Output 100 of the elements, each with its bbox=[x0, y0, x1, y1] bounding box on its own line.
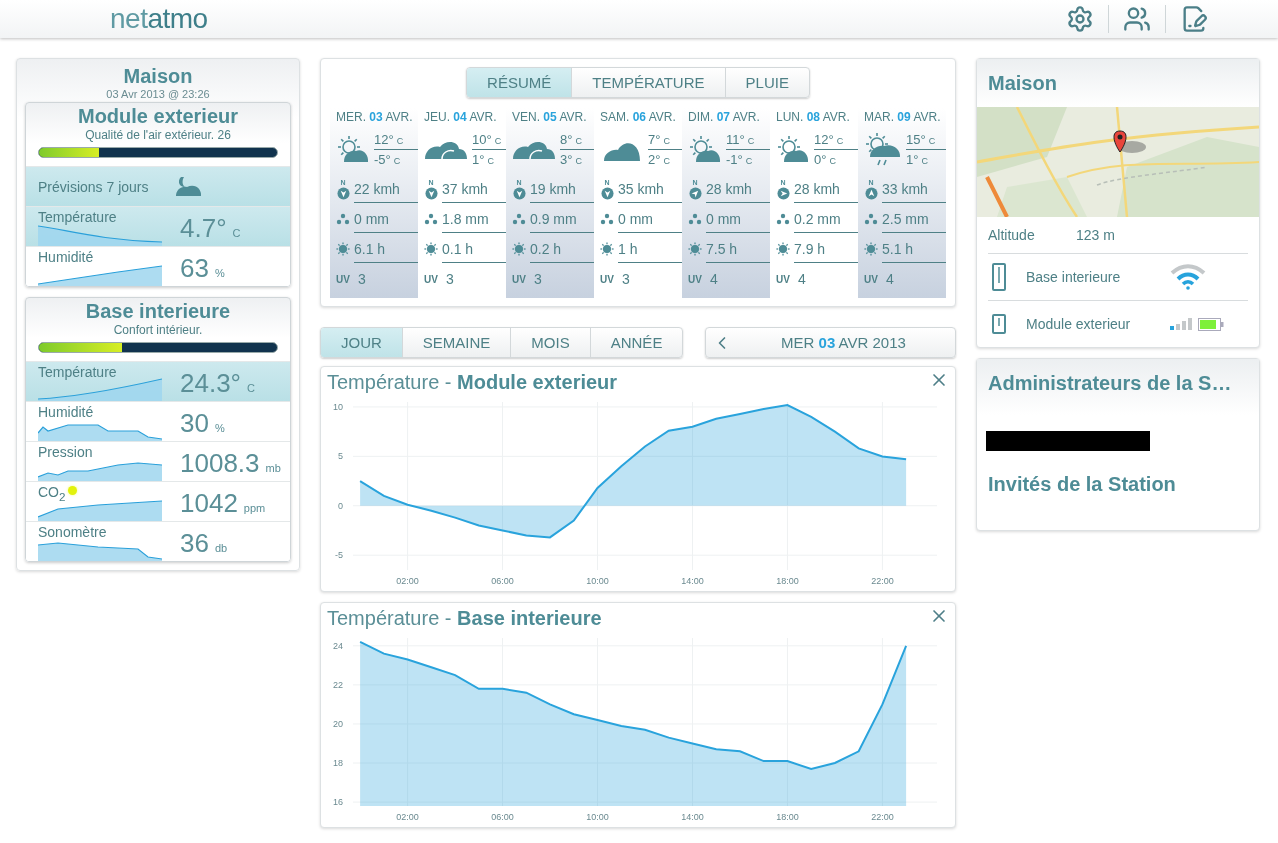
day-label: DIM. 07 AVR. bbox=[688, 109, 761, 124]
wind-direction-icon bbox=[864, 186, 878, 200]
row-label: Humidité bbox=[38, 249, 94, 265]
min-temperature: 3° C bbox=[560, 148, 594, 169]
row-label: CO$_{2}$ bbox=[38, 484, 66, 503]
sun-cloud-icon bbox=[776, 134, 810, 164]
axis-label: 22:00 bbox=[871, 576, 894, 586]
uv-index: 3 bbox=[358, 270, 367, 289]
uv-index: 3 bbox=[446, 270, 455, 289]
uv-index: 4 bbox=[886, 270, 895, 289]
uv-index: 4 bbox=[798, 270, 807, 289]
sun-icon bbox=[688, 242, 702, 256]
settings-icon[interactable] bbox=[1066, 5, 1094, 33]
uv-index: 4 bbox=[710, 270, 719, 289]
uv-label: UV bbox=[864, 273, 879, 285]
max-temperature: 8° C bbox=[560, 130, 583, 149]
measure-value: 30 bbox=[180, 408, 209, 439]
max-temperature: 12° C bbox=[374, 130, 405, 149]
chart-title: Température - Module exterieur bbox=[327, 371, 618, 393]
raindrops-icon bbox=[776, 213, 790, 225]
uv-index: 3 bbox=[534, 270, 543, 289]
measure-unit: db bbox=[214, 542, 228, 554]
axis-label: 18:00 bbox=[776, 576, 799, 586]
measure-unit: % bbox=[214, 422, 225, 434]
sun-cloud-icon bbox=[336, 134, 370, 164]
tab[interactable]: TEMPÉRATURE bbox=[571, 68, 725, 97]
sun-icon bbox=[336, 242, 350, 256]
wind-speed: 33 kmh bbox=[882, 175, 946, 203]
row-label: Prévisions 7 jours bbox=[37, 178, 149, 197]
guests-title: Invités de la Station bbox=[988, 473, 1176, 495]
logo: netatmo bbox=[110, 3, 208, 35]
axis-label: 5 bbox=[338, 451, 343, 462]
wind-direction-icon bbox=[512, 186, 526, 200]
wind-speed: 19 kmh bbox=[530, 175, 594, 203]
measure-row[interactable]: Pression 1008.3 mb bbox=[26, 441, 290, 481]
axis-label: 14:00 bbox=[681, 812, 704, 822]
max-temperature: 10° C bbox=[472, 130, 503, 149]
wind-speed: 22 kmh bbox=[354, 175, 418, 203]
sunshine: 0.2 h bbox=[530, 235, 594, 263]
row-label: Sonomètre bbox=[38, 524, 107, 540]
sun-icon bbox=[864, 242, 878, 256]
wind-direction-icon bbox=[600, 186, 614, 200]
measure-row[interactable]: Température 24.3° C bbox=[26, 361, 290, 401]
module-subtitle: Confort intérieur. bbox=[113, 323, 203, 337]
measure-row[interactable]: Température 4.7° C bbox=[26, 206, 290, 246]
min-temperature: -5° C bbox=[374, 148, 418, 169]
axis-label: 0 bbox=[338, 500, 343, 511]
tab[interactable]: JOUR bbox=[321, 328, 402, 357]
day-label: JEU. 04 AVR. bbox=[424, 109, 498, 124]
wind-speed: 28 kmh bbox=[706, 175, 770, 203]
tab[interactable]: MOIS bbox=[510, 328, 590, 357]
axis-label: 16 bbox=[333, 797, 343, 808]
station-title: Maison bbox=[123, 65, 193, 87]
rainfall: 0 mm bbox=[354, 205, 418, 233]
measure-unit: C bbox=[232, 227, 241, 239]
altitude-value: 123 m bbox=[1076, 227, 1115, 243]
uv-label: UV bbox=[424, 273, 439, 285]
measure-row[interactable]: Humidité 30 % bbox=[26, 401, 290, 441]
axis-label: 02:00 bbox=[396, 812, 419, 822]
forecast-row[interactable]: Prévisions 7 jours bbox=[26, 166, 290, 206]
battery-icon bbox=[1198, 317, 1224, 331]
wind-direction-icon bbox=[336, 186, 350, 200]
measure-value: 1042 bbox=[180, 488, 238, 519]
users-icon[interactable] bbox=[1123, 5, 1151, 33]
wind-direction-icon bbox=[688, 186, 702, 200]
axis-label: -5 bbox=[335, 550, 343, 561]
tab[interactable]: RÉSUMÉ bbox=[467, 68, 572, 97]
axis-label: 06:00 bbox=[491, 576, 514, 586]
rainfall: 2.5 mm bbox=[882, 205, 946, 233]
measure-row[interactable]: CO$_{2}$ 1042 ppm bbox=[26, 481, 290, 521]
date-selector[interactable]: MER 03 AVR 2013 bbox=[705, 327, 956, 358]
tab[interactable]: SEMAINE bbox=[401, 328, 511, 357]
measure-row[interactable]: Humidité 63 % bbox=[26, 246, 290, 286]
measure-row[interactable]: Sonomètre 36 db bbox=[26, 521, 290, 561]
axis-label: 20 bbox=[333, 718, 343, 729]
sun-icon bbox=[424, 242, 438, 256]
row-label: Température bbox=[38, 364, 117, 380]
wind-direction-icon bbox=[424, 186, 438, 200]
uv-label: UV bbox=[688, 273, 703, 285]
raindrops-icon bbox=[424, 213, 438, 225]
axis-label: 10:00 bbox=[586, 812, 609, 822]
raindrops-icon bbox=[336, 213, 350, 225]
row-label: Humidité bbox=[38, 404, 94, 420]
max-temperature: 11° C bbox=[726, 130, 756, 149]
sunshine: 5.1 h bbox=[882, 235, 946, 263]
tab[interactable]: PLUIE bbox=[724, 68, 809, 97]
measure-unit: C bbox=[247, 382, 255, 394]
measure-unit: ppm bbox=[243, 502, 266, 514]
measure-value: 63 bbox=[180, 253, 209, 284]
axis-label: 18 bbox=[333, 758, 343, 768]
row-label: Pression bbox=[38, 444, 93, 460]
axis-label: 14:00 bbox=[681, 576, 704, 586]
signal-icon bbox=[1170, 318, 1194, 330]
measure-unit: mb bbox=[265, 462, 281, 474]
measure-value: 4.7° bbox=[180, 213, 227, 244]
uv-label: UV bbox=[336, 273, 351, 285]
sun-icon bbox=[600, 242, 614, 256]
min-temperature: -1° C bbox=[726, 148, 770, 169]
tab[interactable]: ANNÉE bbox=[589, 328, 683, 357]
measure-value: 1008.3 bbox=[180, 448, 260, 479]
